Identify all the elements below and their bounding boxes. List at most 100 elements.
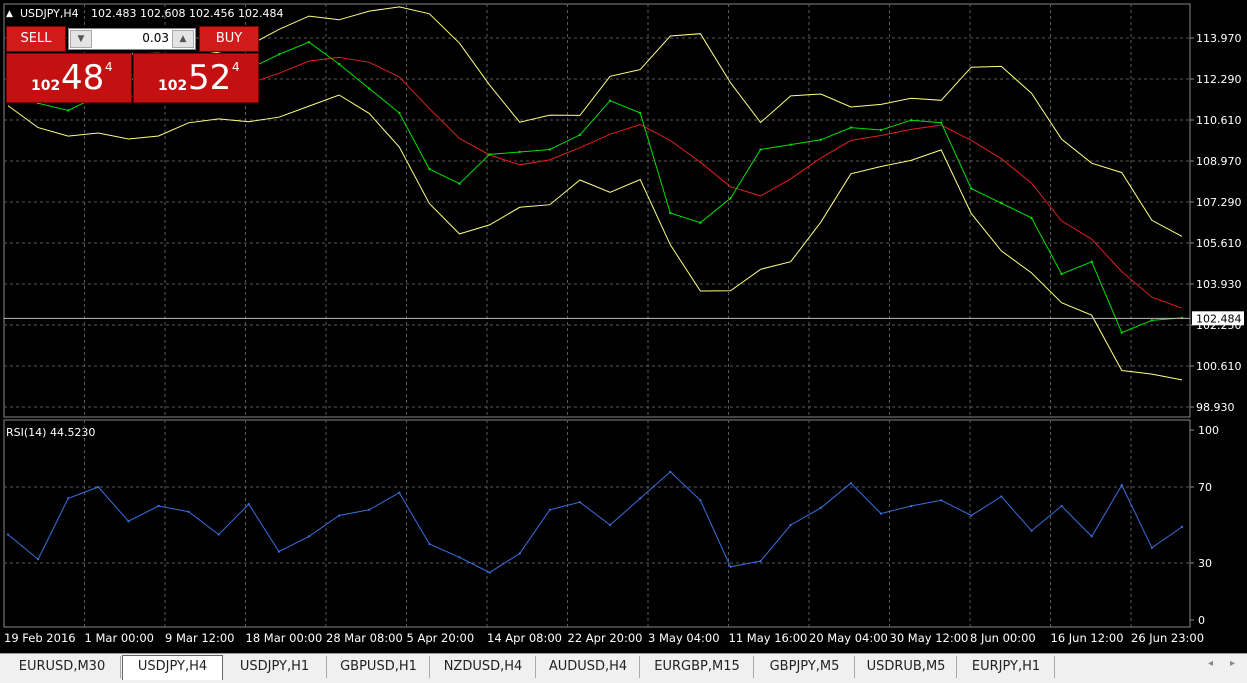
price-point xyxy=(669,211,672,215)
time-axis-label: 22 Apr 20:00 xyxy=(568,631,643,645)
price-axis-label: 105.610 xyxy=(1196,237,1242,250)
price-point xyxy=(849,126,853,129)
price-point xyxy=(909,119,913,122)
rsi-point xyxy=(6,533,10,536)
price-point xyxy=(789,143,792,146)
tab-eurgbp-m15[interactable]: EURGBP,M15 xyxy=(641,656,754,678)
bollinger-lower-band xyxy=(7,94,1183,381)
rsi-point xyxy=(759,560,762,563)
chart-menu-arrow-icon[interactable]: ▲ xyxy=(6,9,13,19)
rsi-point xyxy=(368,508,371,511)
tabs-scroll-left-icon[interactable]: ◂ xyxy=(1208,658,1213,669)
price-point xyxy=(368,87,371,90)
rsi-point xyxy=(970,514,973,517)
lot-size-input[interactable] xyxy=(93,30,169,46)
price-point xyxy=(1030,216,1033,220)
rsi-point xyxy=(789,523,792,527)
rsi-point xyxy=(1000,495,1003,498)
price-point xyxy=(277,53,281,56)
price-axis-label: 103.930 xyxy=(1196,278,1242,291)
rsi-point xyxy=(578,501,582,504)
rsi-axis-label: 70 xyxy=(1198,481,1212,494)
price-axis-label: 112.290 xyxy=(1196,73,1242,86)
time-axis-label: 18 Mar 00:00 xyxy=(246,631,323,645)
rsi-point xyxy=(548,508,551,511)
price-point xyxy=(1150,319,1154,322)
rsi-point xyxy=(37,558,40,561)
rsi-point xyxy=(458,556,461,559)
price-point xyxy=(428,167,431,171)
time-axis-label: 5 Apr 20:00 xyxy=(407,631,475,645)
price-axis-label: 110.610 xyxy=(1196,114,1242,127)
time-axis-label: 9 Mar 12:00 xyxy=(165,631,234,645)
price-point xyxy=(337,62,341,66)
price-point xyxy=(699,221,702,224)
lot-decrease-icon[interactable]: ▼ xyxy=(70,30,92,48)
chart-tabs-bar: ◂ ▸ EURUSD,M30 USDJPY,H4 USDJPY,H1 GBPUSD,H… xyxy=(0,653,1247,683)
time-axis-label: 14 Apr 08:00 xyxy=(487,631,562,645)
rsi-point xyxy=(488,571,491,574)
sell-price-pips: 48 xyxy=(61,58,105,98)
price-point xyxy=(970,187,973,190)
rsi-point xyxy=(187,510,190,513)
price-point xyxy=(608,99,612,102)
buy-price-fraction: 4 xyxy=(232,60,240,74)
rsi-point xyxy=(1150,546,1153,549)
buy-price-pips: 52 xyxy=(188,58,232,98)
price-point xyxy=(1120,331,1123,334)
tab-nzdusd-h4[interactable]: NZDUSD,H4 xyxy=(431,656,536,678)
lot-size-stepper: ▼ ▲ xyxy=(68,28,196,50)
time-axis-label: 30 May 12:00 xyxy=(890,631,969,645)
rsi-point xyxy=(849,482,852,485)
tabs-scroll-right-icon[interactable]: ▸ xyxy=(1230,658,1235,669)
rsi-axis-label: 30 xyxy=(1198,557,1212,570)
tab-eurusd-m30[interactable]: EURUSD,M30 xyxy=(4,656,121,678)
rsi-point xyxy=(1180,525,1184,529)
rsi-point xyxy=(639,497,642,500)
rsi-indicator-label: RSI(14) 44.5230 xyxy=(6,426,95,439)
rsi-point xyxy=(307,535,311,538)
tab-gbpusd-h1[interactable]: GBPUSD,H1 xyxy=(328,656,430,678)
sell-button[interactable]: SELL xyxy=(6,26,66,52)
buy-price-button[interactable]: 102 52 4 xyxy=(133,53,259,103)
rsi-point xyxy=(428,542,431,546)
rsi-point xyxy=(157,504,160,508)
price-point xyxy=(398,111,401,115)
rsi-point xyxy=(67,497,70,500)
rsi-point xyxy=(669,470,672,473)
tab-usdjpy-h1[interactable]: USDJPY,H1 xyxy=(223,656,327,678)
price-point xyxy=(1090,260,1093,263)
chart-ohlc-values: 102.483 102.608 102.456 102.484 xyxy=(91,7,283,20)
sell-price-fraction: 4 xyxy=(105,60,113,74)
rsi-point xyxy=(819,506,822,509)
price-point xyxy=(458,182,461,185)
rsi-point xyxy=(398,491,401,494)
tab-eurjpy-h1[interactable]: EURJPY,H1 xyxy=(958,656,1055,678)
price-axis-label: 108.970 xyxy=(1196,155,1242,168)
lot-increase-icon[interactable]: ▲ xyxy=(172,30,194,48)
time-axis-label: 3 May 04:00 xyxy=(648,631,720,645)
sell-price-button[interactable]: 102 48 4 xyxy=(6,53,132,103)
tab-audusd-h4[interactable]: AUDUSD,H4 xyxy=(537,656,640,678)
tab-usdrub-m5[interactable]: USDRUB,M5 xyxy=(856,656,957,678)
rsi-axis-label: 100 xyxy=(1198,424,1219,437)
tab-gbpjpy-m5[interactable]: GBPJPY,M5 xyxy=(755,656,855,678)
price-point xyxy=(819,138,822,141)
rsi-point xyxy=(1090,535,1093,538)
rsi-point xyxy=(608,523,612,527)
rsi-point xyxy=(940,499,943,502)
price-point xyxy=(1060,272,1063,276)
price-axis-label: 113.970 xyxy=(1196,32,1242,45)
time-axis-label: 26 Jun 23:00 xyxy=(1131,631,1204,645)
tab-usdjpy-h4[interactable]: USDJPY,H4 xyxy=(122,655,223,680)
price-axis-label: 107.290 xyxy=(1196,196,1242,209)
price-point xyxy=(939,121,943,124)
price-point xyxy=(638,111,642,115)
rsi-axis-label: 0 xyxy=(1198,614,1205,627)
rsi-point xyxy=(217,533,220,536)
buy-button[interactable]: BUY xyxy=(199,26,259,52)
rsi-point xyxy=(97,485,100,489)
time-axis-label: 1 Mar 00:00 xyxy=(85,631,154,645)
buy-price-prefix: 102 xyxy=(158,78,188,94)
price-axis-label: 98.930 xyxy=(1196,401,1235,414)
